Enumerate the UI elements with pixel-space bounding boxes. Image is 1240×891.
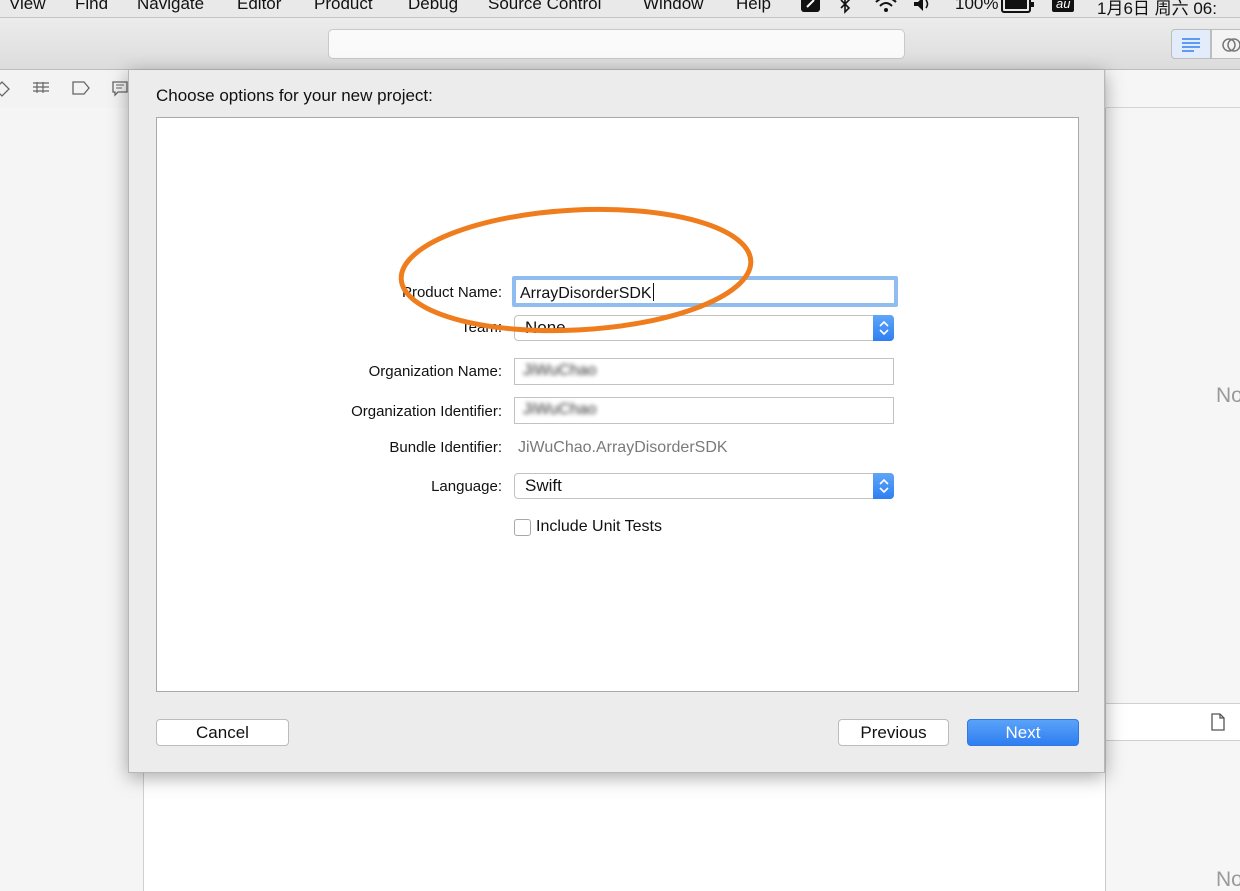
report-navigator-icon[interactable] bbox=[112, 81, 128, 101]
team-label: Team: bbox=[461, 319, 502, 336]
menu-navigate[interactable]: Navigate bbox=[137, 0, 204, 14]
include-unit-tests-label: Include Unit Tests bbox=[536, 518, 662, 535]
menu-view[interactable]: View bbox=[9, 0, 46, 14]
popup-arrows-icon bbox=[873, 473, 894, 499]
wifi-icon[interactable] bbox=[874, 0, 898, 17]
product-name-label: Product Name: bbox=[401, 284, 502, 301]
activity-viewer bbox=[328, 29, 905, 59]
menu-editor[interactable]: Editor bbox=[237, 0, 281, 14]
language-value: Swift bbox=[525, 476, 562, 495]
navigator-selector-bar bbox=[0, 70, 140, 108]
breakpoint-tag-icon[interactable] bbox=[72, 81, 90, 99]
bundle-identifier-label: Bundle Identifier: bbox=[389, 439, 502, 456]
menu-debug[interactable]: Debug bbox=[408, 0, 458, 14]
language-label: Language: bbox=[431, 478, 502, 495]
language-popup[interactable]: Swift bbox=[514, 473, 894, 499]
no-selection-label: No bbox=[1216, 384, 1240, 407]
utilities-pane: No No bbox=[1106, 70, 1240, 891]
popup-arrows-icon bbox=[873, 315, 894, 341]
notes-icon[interactable] bbox=[800, 0, 821, 17]
include-unit-tests-checkbox[interactable] bbox=[514, 519, 531, 536]
organization-identifier-field[interactable]: JiWuChao bbox=[514, 397, 894, 424]
new-project-options-sheet: Choose options for your new project: Pro… bbox=[128, 70, 1105, 773]
product-name-field[interactable]: ArrayDisorderSDK bbox=[512, 276, 898, 307]
assistant-editor-icon[interactable] bbox=[1211, 29, 1240, 59]
debug-navigator-icon[interactable] bbox=[32, 81, 50, 99]
next-button[interactable]: Next bbox=[967, 719, 1079, 746]
navigator-pane bbox=[0, 108, 144, 891]
organization-identifier-label: Organization Identifier: bbox=[351, 403, 502, 420]
menu-window[interactable]: Window bbox=[643, 0, 703, 14]
sheet-title: Choose options for your new project: bbox=[156, 86, 433, 105]
cancel-button[interactable]: Cancel bbox=[156, 719, 289, 746]
battery-percent: 100% bbox=[955, 0, 999, 13]
bluetooth-icon[interactable] bbox=[838, 0, 852, 17]
xcode-toolbar bbox=[0, 18, 1240, 70]
menu-product[interactable]: Product bbox=[314, 0, 373, 14]
file-template-icon[interactable] bbox=[1210, 713, 1226, 736]
menu-find[interactable]: Find bbox=[75, 0, 108, 14]
input-method-indicator[interactable]: au bbox=[1052, 0, 1075, 12]
menu-source-control[interactable]: Source Control bbox=[488, 0, 601, 14]
team-value: None bbox=[525, 318, 566, 337]
standard-editor-icon[interactable] bbox=[1171, 29, 1211, 59]
previous-button[interactable]: Previous bbox=[838, 719, 949, 746]
options-form: Product Name: ArrayDisorderSDK Team: Non… bbox=[156, 117, 1079, 692]
organization-identifier-value: JiWuChao bbox=[523, 401, 597, 418]
no-matches-label: No bbox=[1216, 868, 1240, 891]
menu-help[interactable]: Help bbox=[736, 0, 771, 14]
library-selector-bar bbox=[1106, 703, 1240, 741]
organization-name-value: JiWuChao bbox=[523, 362, 597, 379]
bundle-identifier-value: JiWuChao.ArrayDisorderSDK bbox=[518, 439, 728, 456]
battery-icon[interactable] bbox=[1001, 0, 1035, 17]
menubar-clock[interactable]: 1月6日 周六 06: bbox=[1097, 0, 1217, 17]
text-caret bbox=[652, 283, 654, 301]
organization-name-label: Organization Name: bbox=[368, 363, 502, 380]
breakpoint-navigator-icon[interactable] bbox=[0, 81, 10, 101]
menu-bar: View Find Navigate Editor Product Debug … bbox=[0, 0, 1240, 18]
organization-name-field[interactable]: JiWuChao bbox=[514, 358, 894, 385]
inspector-header bbox=[1106, 70, 1240, 108]
team-popup[interactable]: None bbox=[514, 315, 894, 341]
volume-icon[interactable] bbox=[912, 0, 932, 17]
product-name-value: ArrayDisorderSDK bbox=[520, 285, 652, 302]
